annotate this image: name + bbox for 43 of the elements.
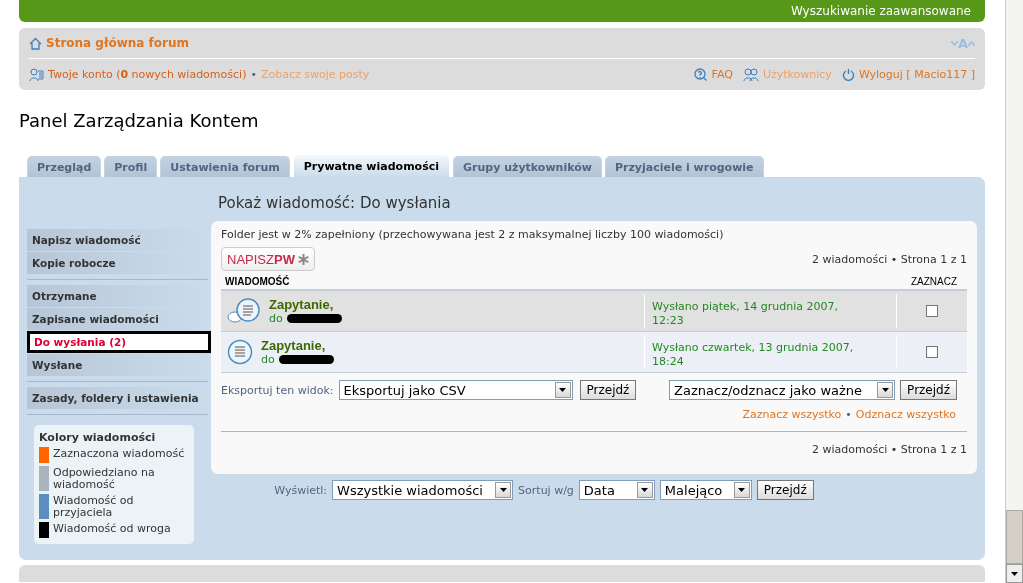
separator: • [845, 407, 852, 421]
legend-label: Odpowiedziano na wiadomość [53, 466, 156, 491]
column-header: WIADOMOŚĆ [225, 276, 290, 287]
select-all-link[interactable]: Zaznacz wszystko [742, 407, 842, 421]
go-button[interactable]: Przejdź [756, 480, 814, 500]
date-cell: Wysłano piątek, 14 grudnia 2007, 12:23 [645, 294, 897, 328]
export-label: Eksportuj ten widok: [221, 383, 334, 397]
tab[interactable]: Przegląd [27, 156, 102, 177]
sort-label: Sortuj w/g [518, 483, 574, 497]
legend-title: Kolory wiadomości [39, 431, 157, 444]
deselect-all-link[interactable]: Odznacz wszystko [855, 407, 956, 421]
sort-direction-select[interactable]: Malejąco [659, 480, 752, 500]
legend-label: Zaznaczona wiadomość [53, 447, 185, 462]
folder-info: Folder jest w 2% zapełniony (przechowywana jest 2 z maksymalnej liczby 100 wiadomości) [221, 228, 725, 243]
message-subject-link[interactable]: Zapytanie, [269, 297, 342, 312]
go-button[interactable]: Przejdź [579, 380, 637, 400]
account-link[interactable]: Twoje konto (0 nowych wiadomości) [48, 68, 247, 81]
advanced-search-link[interactable]: Wyszukiwanie zaawansowane [790, 4, 971, 18]
display-label: Wyświetl: [274, 483, 328, 497]
column-header: ZAZNACZ [910, 276, 957, 287]
recipient-label: do [261, 353, 275, 366]
tab[interactable]: Prywatne wiadomości [292, 154, 450, 177]
tab[interactable]: Profil [104, 156, 158, 177]
message-subject-link[interactable]: Zapytanie, [261, 338, 334, 353]
tab[interactable]: Przyjaciele i wrogowie [604, 156, 764, 177]
date-cell: Wysłano czwartek, 13 grudnia 2007, 18:24 [645, 335, 897, 369]
page-title: Panel Zarządzania Kontem [19, 110, 259, 131]
sidebar-item[interactable]: Do wysłania (2) [27, 331, 211, 353]
compose-button[interactable]: NAPISZPW [221, 247, 315, 271]
mark-select[interactable]: Zaznacz/odznacz jako ważne [669, 380, 896, 400]
recipient-label: do [269, 312, 283, 325]
export-select[interactable]: Eksportuj jako CSV [338, 380, 573, 400]
tab[interactable]: Ustawienia forum [160, 156, 290, 177]
go-button[interactable]: Przejdź [900, 380, 957, 400]
separator: • [250, 68, 257, 81]
legend-label: Wiadomość od przyjaciela [53, 494, 135, 519]
filter-select[interactable]: Wszystkie wiadomości [332, 480, 514, 500]
pagination-info: 2 wiadomości • Strona 1 z 1 [811, 442, 967, 456]
pagination-info: 2 wiadomości • Strona 1 z 1 [811, 252, 967, 266]
legend-label: Wiadomość od wroga [53, 522, 171, 537]
tab[interactable]: Grupy użytkowników [453, 156, 602, 177]
section-heading: Pokaż wiadomość: Do wysłania [218, 193, 452, 214]
sort-key-select[interactable]: Data [578, 480, 655, 500]
